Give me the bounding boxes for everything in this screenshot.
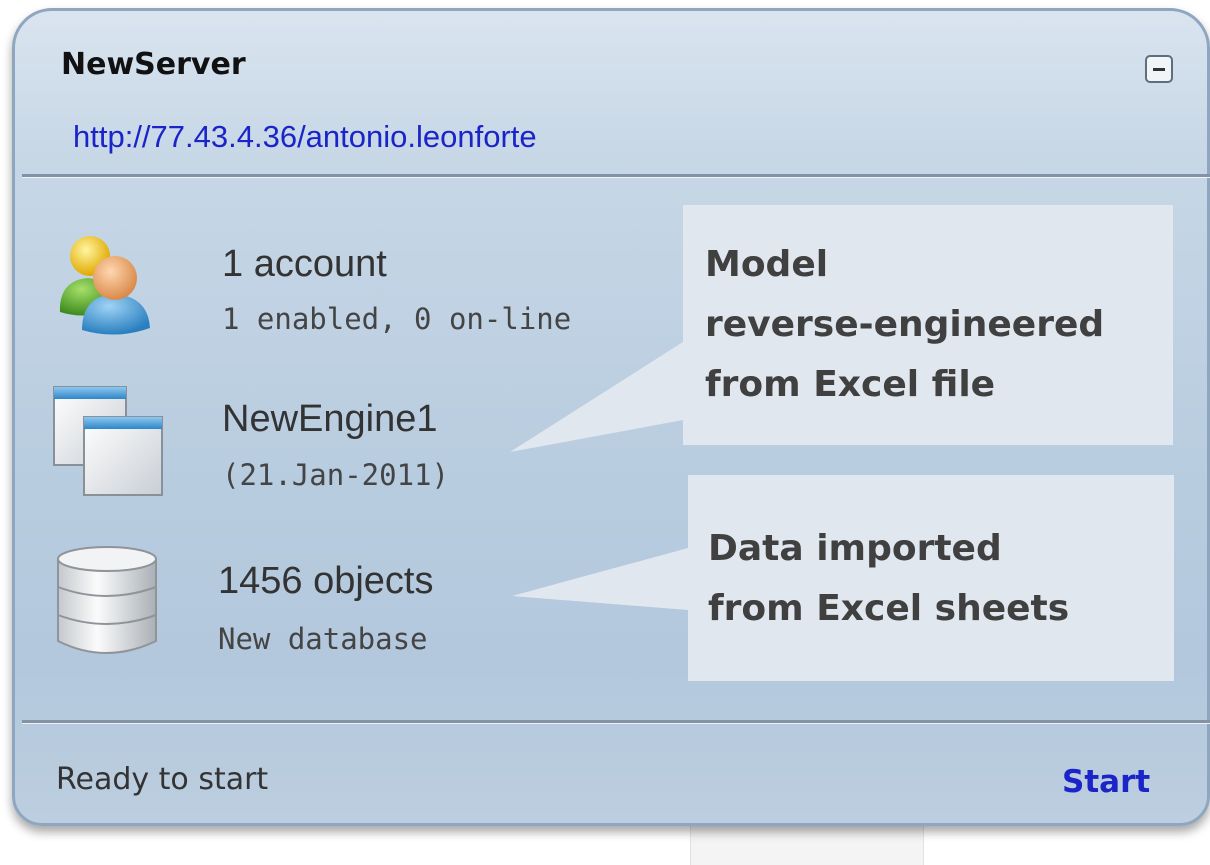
model-callout-tail bbox=[510, 342, 683, 452]
data-callout: Data imported from Excel sheets bbox=[688, 475, 1174, 681]
model-callout-line: Model bbox=[705, 244, 829, 285]
model-callout-line: from Excel file bbox=[705, 364, 996, 405]
start-button[interactable]: Start bbox=[1062, 764, 1150, 800]
data-callout-line: from Excel sheets bbox=[708, 588, 1070, 629]
model-callout: Model reverse-engineered from Excel file bbox=[683, 205, 1173, 445]
status-text: Ready to start bbox=[56, 762, 269, 797]
data-callout-line: Data imported bbox=[708, 528, 1002, 569]
model-callout-line: reverse-engineered bbox=[705, 304, 1105, 345]
data-callout-tail bbox=[512, 548, 688, 610]
